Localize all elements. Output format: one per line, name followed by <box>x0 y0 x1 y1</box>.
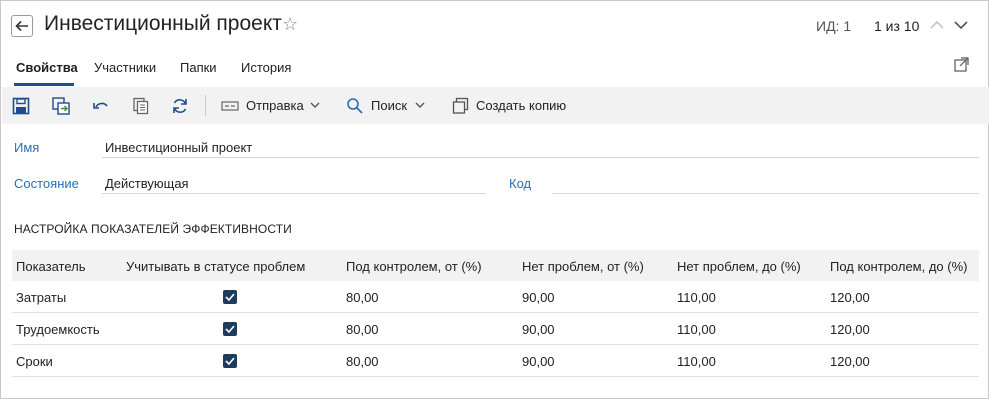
send-menu-button[interactable]: Отправка <box>246 98 304 113</box>
favorite-star-icon[interactable]: ☆ <box>282 14 298 35</box>
check-icon <box>225 325 235 333</box>
cell-no-problem-to[interactable]: 110,00 <box>677 290 716 305</box>
save-icon[interactable] <box>12 97 30 115</box>
column-header-indicator[interactable]: Показатель <box>16 259 86 274</box>
chevron-down-icon[interactable] <box>415 101 425 109</box>
chevron-down-icon[interactable] <box>952 14 970 36</box>
chevron-down-icon[interactable] <box>310 101 320 109</box>
page-title: Инвестиционный проект <box>44 12 282 35</box>
name-label: Имя <box>14 140 40 155</box>
toolbar-divider <box>205 95 206 116</box>
chevron-up-icon[interactable] <box>928 14 946 36</box>
code-label: Код <box>509 176 532 191</box>
state-field-underline <box>102 193 486 194</box>
cell-no-problem-to[interactable]: 110,00 <box>677 354 716 369</box>
row-indicator-name[interactable]: Трудоемкость <box>16 322 100 337</box>
cell-control-from[interactable]: 80,00 <box>346 322 379 337</box>
cell-no-problem-from[interactable]: 90,00 <box>522 290 555 305</box>
back-button[interactable] <box>11 15 33 37</box>
open-in-new-window-icon[interactable] <box>954 56 970 72</box>
check-icon <box>225 357 235 365</box>
section-title: НАСТРОЙКА ПОКАЗАТЕЛЕЙ ЭФФЕКТИВНОСТИ <box>14 222 292 236</box>
cell-no-problem-from[interactable]: 90,00 <box>522 354 555 369</box>
cell-control-to[interactable]: 120,00 <box>830 354 870 369</box>
column-header-no-problem-from[interactable]: Нет проблем, от (%) <box>522 259 644 274</box>
pager-count: 1 из 10 <box>874 18 920 34</box>
row-indicator-name[interactable]: Затраты <box>16 290 66 305</box>
row-divider <box>12 344 979 345</box>
cell-control-to[interactable]: 120,00 <box>830 322 870 337</box>
column-header-control-to[interactable]: Под контролем, до (%) <box>830 259 967 274</box>
copy-icon[interactable] <box>132 97 150 115</box>
code-field-underline <box>552 193 979 194</box>
send-icon[interactable] <box>221 97 239 115</box>
undo-icon[interactable] <box>92 97 110 115</box>
create-copy-button[interactable]: Создать копию <box>476 98 566 113</box>
state-label: Состояние <box>14 176 79 191</box>
save-as-icon[interactable] <box>52 97 70 115</box>
record-window: Инвестиционный проект ☆ ИД: 1 1 из 10 Св… <box>0 0 989 399</box>
record-id: ИД: 1 <box>816 18 852 34</box>
row-indicator-name[interactable]: Сроки <box>16 354 53 369</box>
check-icon <box>225 293 235 301</box>
row-divider <box>12 376 979 377</box>
tab-history[interactable]: История <box>241 60 291 75</box>
column-header-no-problem-to[interactable]: Нет проблем, до (%) <box>677 259 801 274</box>
active-tab-indicator <box>14 83 74 86</box>
cell-control-from[interactable]: 80,00 <box>346 290 379 305</box>
refresh-icon[interactable] <box>171 97 189 115</box>
consider-status-checkbox[interactable] <box>223 354 237 368</box>
tab-folders[interactable]: Папки <box>180 60 217 75</box>
name-field[interactable]: Инвестиционный проект <box>105 140 252 155</box>
consider-status-checkbox[interactable] <box>223 322 237 336</box>
tab-properties[interactable]: Свойства <box>16 60 78 75</box>
tab-participants[interactable]: Участники <box>94 60 156 75</box>
name-field-underline <box>102 157 979 158</box>
column-header-consider-status[interactable]: Учитывать в статусе проблем <box>126 259 305 274</box>
cell-no-problem-from[interactable]: 90,00 <box>522 322 555 337</box>
cell-control-from[interactable]: 80,00 <box>346 354 379 369</box>
row-divider <box>12 312 979 313</box>
search-icon[interactable] <box>346 97 364 115</box>
search-menu-button[interactable]: Поиск <box>371 98 407 113</box>
consider-status-checkbox[interactable] <box>223 290 237 304</box>
arrow-left-icon <box>15 20 28 32</box>
column-header-control-from[interactable]: Под контролем, от (%) <box>346 259 482 274</box>
state-field[interactable]: Действующая <box>105 176 189 191</box>
cell-control-to[interactable]: 120,00 <box>830 290 870 305</box>
cell-no-problem-to[interactable]: 110,00 <box>677 322 716 337</box>
create-copy-icon[interactable] <box>452 97 470 115</box>
